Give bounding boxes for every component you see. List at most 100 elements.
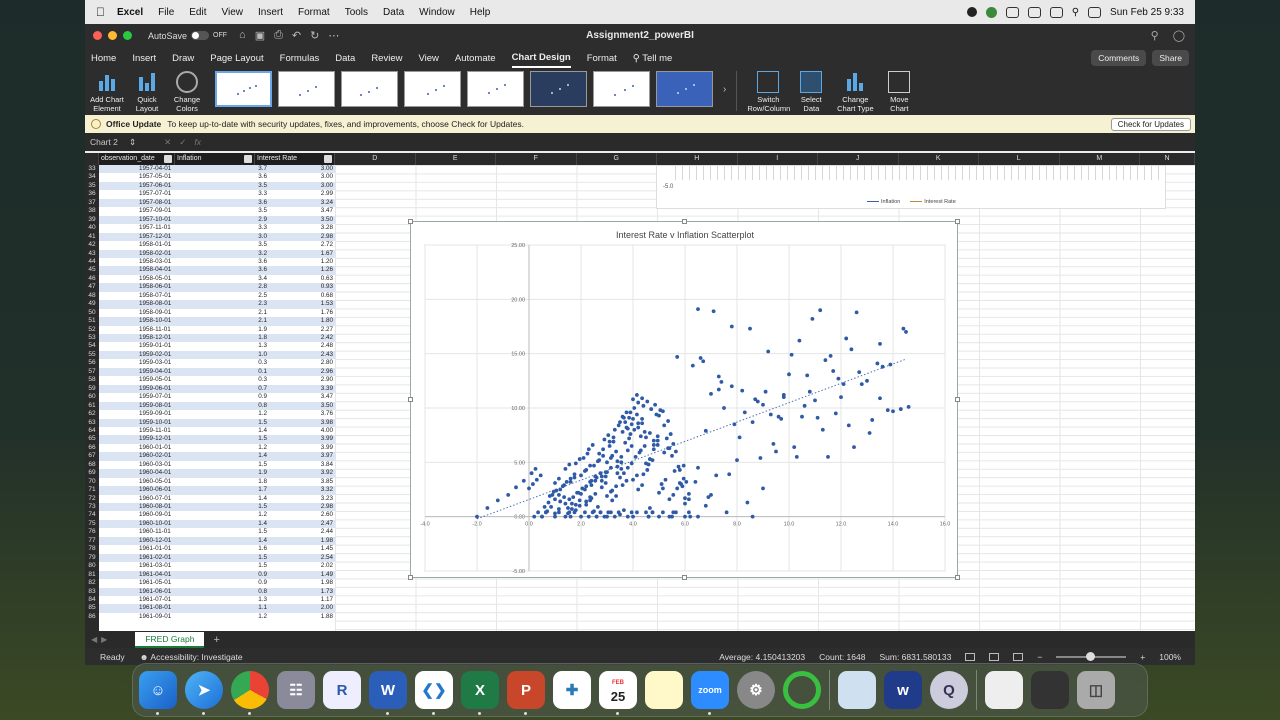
- table-row[interactable]: 1959-10-01 1.5 3.98: [99, 418, 335, 427]
- date-cell[interactable]: 1961-07-01: [139, 596, 171, 604]
- table-row[interactable]: 1959-04-01 0.1 2.96: [99, 367, 335, 377]
- interest-rate-cell[interactable]: 1.73: [269, 588, 333, 596]
- interest-rate-cell[interactable]: 2.96: [269, 368, 333, 376]
- table-row[interactable]: 1960-12-01 1.4 1.98: [99, 536, 335, 546]
- tab-review[interactable]: Review: [371, 50, 402, 67]
- row-number[interactable]: 70: [85, 478, 99, 486]
- excel-icon[interactable]: X: [461, 671, 499, 715]
- date-cell[interactable]: 1959-10-01: [139, 419, 171, 427]
- change-colors-button[interactable]: Change Colors: [169, 71, 205, 113]
- close-window-button[interactable]: [93, 31, 102, 40]
- table-row[interactable]: 1960-04-01 1.9 3.92: [99, 469, 335, 478]
- table-row[interactable]: 1961-01-01 1.6 1.45: [99, 545, 335, 553]
- safari-icon[interactable]: ➤: [185, 671, 223, 715]
- table-row[interactable]: 1959-09-01 1.2 3.76: [99, 410, 335, 418]
- inflation-cell[interactable]: 1.8: [199, 478, 267, 486]
- interest-rate-cell[interactable]: 3.85: [269, 478, 333, 486]
- interest-rate-cell[interactable]: 2.90: [269, 376, 333, 384]
- date-cell[interactable]: 1961-09-01: [139, 613, 171, 621]
- wifi-icon[interactable]: [1049, 6, 1063, 18]
- select-data-button[interactable]: Select Data: [793, 71, 829, 113]
- inflation-cell[interactable]: 1.5: [199, 528, 267, 536]
- row-number[interactable]: 76: [85, 528, 99, 536]
- date-cell[interactable]: 1960-10-01: [139, 520, 171, 528]
- account-icon[interactable]: ◯: [1173, 29, 1185, 42]
- table-row[interactable]: 1958-04-01 3.6 1.26: [99, 266, 335, 275]
- inflation-cell[interactable]: 2.1: [199, 317, 267, 325]
- table-row[interactable]: 1959-11-01 1.4 4.00: [99, 427, 335, 435]
- inflation-cell[interactable]: 0.9: [199, 571, 267, 579]
- interest-rate-cell[interactable]: 2.47: [269, 520, 333, 528]
- interest-rate-cell[interactable]: 1.17: [269, 596, 333, 604]
- row-number[interactable]: 40: [85, 224, 99, 232]
- inflation-cell[interactable]: 1.8: [199, 334, 267, 342]
- system-settings-icon[interactable]: ⚙: [737, 671, 775, 709]
- row-number[interactable]: 81: [85, 571, 99, 579]
- table-row[interactable]: 1960-06-01 1.7 3.32: [99, 486, 335, 495]
- tab-home[interactable]: Home: [91, 50, 116, 67]
- home-icon[interactable]: ⌂: [239, 29, 246, 42]
- preview-icon[interactable]: [838, 671, 876, 709]
- downloads-stack-icon[interactable]: [1031, 671, 1069, 709]
- date-cell[interactable]: 1960-07-01: [139, 495, 171, 503]
- row-number[interactable]: 42: [85, 241, 99, 249]
- filter-icon[interactable]: [244, 155, 252, 163]
- chart-style-3[interactable]: [341, 71, 398, 107]
- row-number[interactable]: 71: [85, 486, 99, 494]
- interest-rate-cell[interactable]: 4.00: [269, 427, 333, 435]
- interest-rate-cell[interactable]: 1.53: [269, 300, 333, 308]
- undo-icon[interactable]: ↶: [292, 29, 301, 42]
- row-number[interactable]: 67: [85, 452, 99, 460]
- date-cell[interactable]: 1958-12-01: [139, 334, 171, 342]
- date-cell[interactable]: 1959-09-01: [139, 410, 171, 418]
- row-number[interactable]: 55: [85, 351, 99, 359]
- inflation-cell[interactable]: 1.9: [199, 326, 267, 334]
- interest-rate-cell[interactable]: 1.76: [269, 309, 333, 317]
- interest-rate-cell[interactable]: 1.67: [269, 250, 333, 258]
- table-row[interactable]: 1957-07-01 3.3 2.99: [99, 190, 335, 198]
- row-number[interactable]: 43: [85, 250, 99, 258]
- date-cell[interactable]: 1958-03-01: [139, 258, 171, 266]
- table-row[interactable]: 1960-09-01 1.2 2.60: [99, 511, 335, 519]
- date-cell[interactable]: 1960-11-01: [139, 528, 171, 536]
- table-row[interactable]: 1961-02-01 1.5 2.54: [99, 553, 335, 563]
- chart-title[interactable]: Interest Rate v Inflation Scatterplot: [616, 230, 755, 240]
- column-header-inflation[interactable]: Inflation: [175, 153, 255, 165]
- add-sheet-icon[interactable]: +: [213, 634, 219, 646]
- inflation-cell[interactable]: 0.3: [199, 376, 267, 384]
- inflation-cell[interactable]: 2.9: [199, 216, 267, 224]
- page-break-view-icon[interactable]: [1013, 652, 1024, 661]
- interest-rate-cell[interactable]: 3.00: [269, 173, 333, 181]
- menu-view[interactable]: View: [222, 7, 244, 18]
- tab-insert[interactable]: Insert: [132, 50, 156, 67]
- chart-style-2[interactable]: [278, 71, 335, 107]
- date-cell[interactable]: 1957-04-01: [139, 165, 171, 173]
- interest-rate-cell[interactable]: 2.44: [269, 528, 333, 536]
- inflation-cell[interactable]: 1.2: [199, 613, 267, 621]
- table-row[interactable]: 1961-06-01 0.8 1.73: [99, 587, 335, 596]
- table-row[interactable]: 1961-09-01 1.2 1.88: [99, 613, 335, 621]
- table-row[interactable]: 1960-05-01 1.8 3.85: [99, 478, 335, 486]
- word-icon[interactable]: W: [369, 671, 407, 715]
- date-cell[interactable]: 1958-09-01: [139, 309, 171, 317]
- finder-icon[interactable]: ☺: [139, 671, 177, 715]
- date-cell[interactable]: 1959-06-01: [139, 385, 171, 393]
- interest-rate-cell[interactable]: 3.47: [269, 207, 333, 215]
- table-row[interactable]: 1961-04-01 0.9 1.49: [99, 570, 335, 580]
- menu-insert[interactable]: Insert: [258, 7, 283, 18]
- row-number[interactable]: 41: [85, 233, 99, 241]
- interest-rate-cell[interactable]: 2.54: [269, 554, 333, 562]
- interest-rate-cell[interactable]: 2.98: [269, 503, 333, 511]
- table-row[interactable]: 1958-06-01 2.8 0.93: [99, 283, 335, 292]
- inflation-cell[interactable]: 3.5: [199, 241, 267, 249]
- inflation-cell[interactable]: 3.6: [199, 199, 267, 207]
- date-cell[interactable]: 1959-05-01: [139, 376, 171, 384]
- change-chart-type-button[interactable]: Change Chart Type: [833, 71, 877, 113]
- table-row[interactable]: 1957-10-01 2.9 3.50: [99, 215, 335, 225]
- column-header-j[interactable]: J: [818, 153, 899, 165]
- table-row[interactable]: 1957-09-01 3.5 3.47: [99, 207, 335, 215]
- table-row[interactable]: 1961-07-01 1.3 1.17: [99, 596, 335, 604]
- inflation-cell[interactable]: 3.6: [199, 258, 267, 266]
- table-row[interactable]: 1959-06-01 0.7 3.39: [99, 384, 335, 394]
- select-all-corner[interactable]: [85, 153, 99, 165]
